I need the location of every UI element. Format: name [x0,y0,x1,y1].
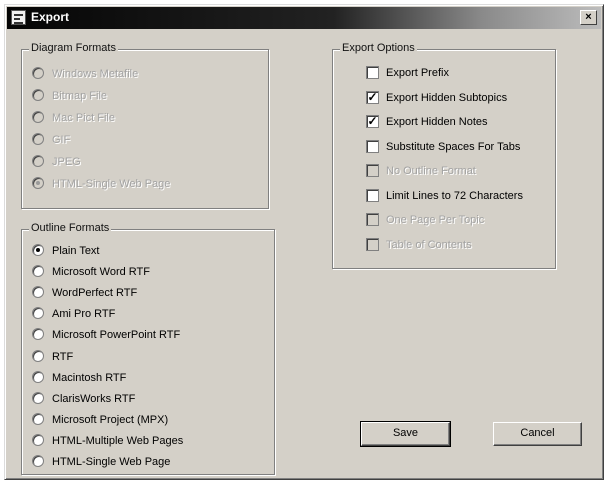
outline-format-label: RTF [52,350,74,363]
diagram-format-label: Bitmap File [52,90,108,102]
outline-format-radio[interactable] [32,328,44,341]
diagram-format-label: Windows Metafile [52,68,139,80]
outline-format-label: Microsoft PowerPoint RTF [52,329,181,342]
diagram-format-label: GIF [52,134,71,146]
export-option-label: Export Prefix [386,67,449,79]
close-button[interactable]: × [580,10,597,25]
export-option-checkbox[interactable]: ✓ [366,90,379,104]
diagram-format-label: JPEG [52,156,81,168]
close-icon: × [585,11,592,23]
diagram-format-radio [32,67,44,79]
outline-format-label: Microsoft Project (MPX) [52,413,169,426]
outline-format-radio[interactable] [32,412,44,425]
export-option-checkbox[interactable] [366,66,379,79]
export-option-label: One Page Per Topic [386,214,485,226]
export-option-checkbox[interactable] [366,188,379,202]
diagram-formats-group: Diagram Formats Windows Metafile Bitmap F… [21,42,269,209]
export-option-label: No Outline Format [386,165,476,177]
save-button[interactable]: Save [360,421,451,447]
diagram-format-radio [32,155,44,167]
outline-format-radio[interactable] [32,265,44,278]
diagram-format-label: HTML-Single Web Page [52,178,171,190]
title-bar[interactable]: Export × [7,7,601,29]
outline-format-radio[interactable] [32,244,44,256]
outline-format-radio[interactable] [32,455,44,467]
export-options-group: Export Options Export Prefix ✓ Export Hidd… [332,42,556,269]
export-option-label: Limit Lines to 72 Characters [386,189,523,202]
diagram-format-label: Mac Pict File [52,112,115,124]
outline-format-label: WordPerfect RTF [52,287,138,300]
outline-format-radio[interactable] [32,433,44,446]
outline-format-radio[interactable] [32,370,44,383]
diagram-format-radio [32,111,44,123]
outline-format-radio[interactable] [32,307,44,320]
diagram-format-radio [32,133,44,145]
export-option-checkbox [366,164,379,177]
export-option-checkbox[interactable]: ✓ [366,115,379,128]
export-dialog: Export × Diagram Formats Windows Metafil… [4,4,604,480]
export-options-legend: Export Options [340,42,417,54]
outline-format-label: Microsoft Word RTF [52,266,150,279]
export-option-checkbox [366,213,379,226]
export-option-checkbox [366,237,379,251]
outline-format-radio[interactable] [32,286,44,299]
outline-formats-group: Outline Formats Plain Text Microsoft Word… [21,222,275,475]
outline-format-label: HTML-Multiple Web Pages [52,434,184,447]
export-option-label: Export Hidden Notes [386,116,488,128]
diagram-formats-legend: Diagram Formats [29,42,118,54]
diagram-format-radio [32,177,44,189]
outline-format-label: Macintosh RTF [52,371,127,384]
export-option-label: Table of Contents [386,238,472,251]
diagram-format-radio [32,89,44,101]
window-title: Export [31,10,70,24]
outline-format-label: Plain Text [52,245,100,257]
outline-format-radio[interactable] [32,349,44,362]
outline-format-label: Ami Pro RTF [52,308,116,321]
export-option-checkbox[interactable] [366,139,379,153]
outline-format-label: ClarisWorks RTF [52,392,136,405]
outline-format-radio[interactable] [32,391,44,404]
cancel-button[interactable]: Cancel [493,422,582,446]
export-option-label: Export Hidden Subtopics [386,91,508,104]
app-icon [11,10,26,25]
outline-format-label: HTML-Single Web Page [52,456,171,468]
export-option-label: Substitute Spaces For Tabs [386,140,521,153]
outline-formats-legend: Outline Formats [29,222,112,234]
